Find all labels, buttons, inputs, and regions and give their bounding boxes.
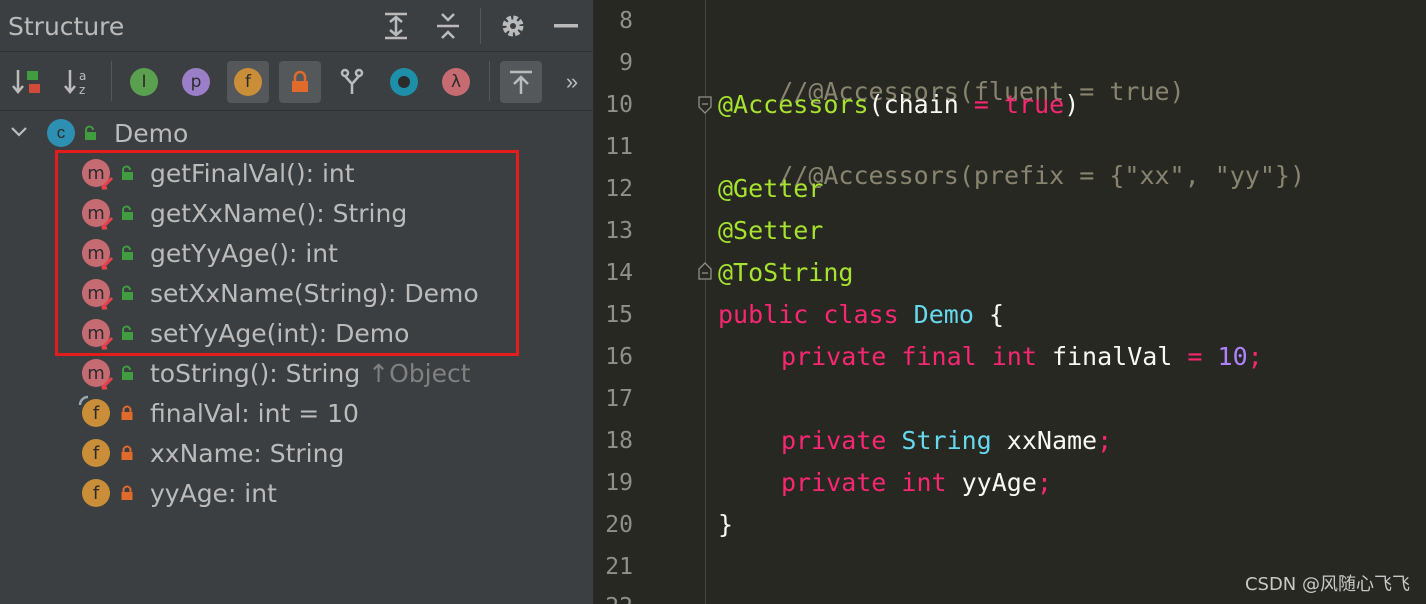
method-icon: m — [82, 359, 114, 390]
line-number: 22 — [595, 594, 633, 604]
line-number: 17 — [605, 386, 633, 412]
show-anonymous-button[interactable] — [331, 61, 373, 103]
line-number: 15 — [605, 302, 633, 328]
sort-visibility-icon — [12, 70, 40, 94]
code-line[interactable]: @Accessors(chain = true) — [718, 90, 1079, 119]
code-line[interactable]: @ToString — [718, 258, 853, 287]
tree-root-demo[interactable]: c Demo — [0, 113, 594, 153]
tree-label: xxName: String — [150, 439, 345, 468]
structure-toolbar: a z I p f λ » — [0, 53, 594, 111]
line-number: 14 — [605, 260, 633, 286]
private-icon — [121, 445, 133, 460]
line-number: 21 — [605, 554, 633, 580]
tree-label: yyAge: int — [150, 479, 277, 508]
tree-item-field[interactable]: f yyAge: int — [0, 473, 594, 513]
hide-panel-button[interactable] — [550, 10, 582, 42]
more-tools-button[interactable]: » — [552, 61, 592, 103]
collapse-all-icon — [437, 13, 459, 39]
tree-item-field[interactable]: f finalVal: int = 10 — [0, 393, 594, 433]
line-number: 18 — [605, 428, 633, 454]
autoscroll-from-source-button[interactable] — [500, 61, 542, 103]
code-line[interactable]: @Getter — [718, 174, 823, 203]
tree-label: toString(): String ↑Object — [150, 359, 471, 388]
show-inherited-button[interactable]: I — [123, 61, 165, 103]
private-icon — [121, 405, 133, 420]
chevron-down-icon[interactable] — [10, 125, 28, 139]
line-number: 11 — [605, 134, 633, 160]
tree-item-method[interactable]: m toString(): String ↑Object — [0, 353, 594, 393]
collapse-all-button[interactable] — [432, 10, 464, 42]
show-non-public-button[interactable] — [279, 61, 321, 103]
code-line[interactable]: public class Demo { — [718, 300, 1004, 329]
line-number: 9 — [619, 50, 633, 76]
code-line[interactable]: private final int finalVal = 10; — [781, 342, 1263, 371]
settings-button[interactable] — [497, 10, 529, 42]
code-line[interactable]: private String xxName; — [781, 426, 1112, 455]
fold-marker-icon[interactable] — [698, 262, 712, 280]
structure-titlebar: Structure — [0, 0, 594, 52]
minimize-icon — [554, 24, 578, 28]
line-number: 16 — [605, 344, 633, 370]
expand-all-icon — [385, 12, 407, 40]
sort-alpha-icon: a z — [64, 69, 86, 97]
show-object-button[interactable] — [383, 61, 425, 103]
lock-icon — [292, 70, 308, 92]
panel-title: Structure — [8, 12, 125, 41]
field-icon: f — [78, 395, 110, 427]
expand-all-button[interactable] — [380, 10, 412, 42]
interface-icon: I — [130, 68, 158, 96]
tree-label: finalVal: int = 10 — [150, 399, 359, 428]
structure-panel: Structure a z I p f λ » c Demo m getFina… — [0, 0, 594, 604]
toolbar-separator — [111, 61, 112, 101]
final-marker-icon — [78, 395, 89, 406]
field-icon: f — [82, 439, 110, 467]
code-editor[interactable]: 8 9 10 11 12 13 14 15 16 17 18 19 20 21 … — [595, 0, 1426, 604]
tree-item-field[interactable]: f xxName: String — [0, 433, 594, 473]
lambda-icon: λ — [442, 68, 470, 96]
inherited-hint: ↑Object — [368, 359, 471, 388]
line-number: 19 — [605, 470, 633, 496]
show-lambdas-button[interactable]: λ — [435, 61, 477, 103]
line-number: 8 — [619, 8, 633, 34]
highlight-box — [55, 150, 519, 356]
gear-icon — [502, 15, 524, 37]
code-line[interactable]: } — [718, 510, 733, 539]
line-number: 12 — [605, 176, 633, 202]
object-icon — [390, 68, 418, 96]
field-icon: f — [234, 68, 262, 96]
field-icon: f — [82, 479, 110, 507]
show-fields-button[interactable]: f — [227, 61, 269, 103]
line-number: 20 — [605, 512, 633, 538]
scroll-from-source-icon — [510, 70, 532, 94]
line-number: 10 — [605, 92, 633, 118]
sort-by-visibility-button[interactable] — [5, 61, 47, 103]
gutter-divider — [705, 0, 706, 604]
code-line[interactable]: private int yyAge; — [781, 468, 1052, 497]
public-icon — [85, 125, 96, 140]
code-line[interactable]: @Setter — [718, 216, 823, 245]
fold-marker-icon[interactable] — [698, 96, 712, 114]
tree-label: Demo — [114, 119, 189, 148]
chevron-right-double-icon: » — [565, 69, 579, 94]
private-icon — [121, 485, 133, 500]
watermark: CSDN @风随心飞飞 — [1244, 574, 1410, 595]
line-number: 13 — [605, 218, 633, 244]
class-icon: c — [47, 119, 75, 147]
titlebar-separator — [480, 8, 481, 44]
svg-text:a: a — [79, 69, 86, 83]
sort-alphabetically-button[interactable]: a z — [57, 61, 99, 103]
public-icon — [122, 365, 133, 380]
property-icon: p — [182, 68, 210, 96]
show-properties-button[interactable]: p — [175, 61, 217, 103]
svg-text:z: z — [79, 83, 85, 97]
toolbar-separator-2 — [489, 61, 490, 101]
branch-icon — [340, 68, 364, 94]
